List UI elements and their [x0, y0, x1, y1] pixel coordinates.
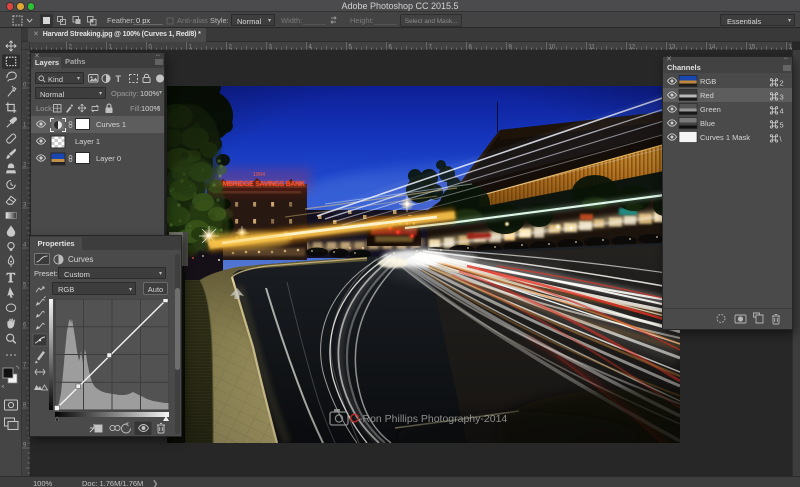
svg-text:3: 3: [23, 203, 27, 209]
svg-text:1: 1: [23, 123, 27, 129]
svg-text:T: T: [116, 74, 122, 84]
svg-text:4: 4: [23, 243, 27, 249]
svg-text:5: 5: [23, 283, 27, 289]
svg-text:5: 5: [780, 121, 784, 130]
svg-text:6: 6: [23, 323, 27, 329]
svg-text:2: 2: [780, 79, 784, 88]
svg-text:0: 0: [23, 83, 27, 89]
svg-text:4: 4: [780, 107, 784, 116]
svg-text:2: 2: [23, 163, 27, 169]
svg-text:\: \: [780, 135, 783, 144]
svg-text:8: 8: [23, 403, 27, 409]
svg-text:9: 9: [23, 443, 27, 449]
svg-text:7: 7: [23, 363, 27, 369]
svg-text:3: 3: [780, 93, 784, 102]
